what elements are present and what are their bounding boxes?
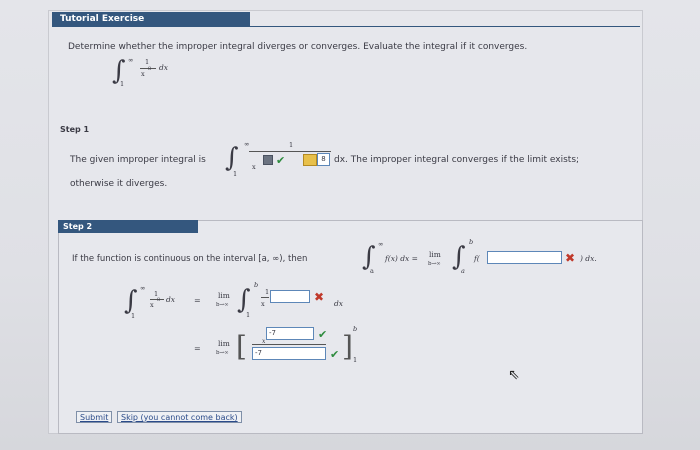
step1-label: Step 1 xyxy=(60,125,90,134)
tutorial-tab[interactable]: Tutorial Exercise xyxy=(52,12,250,27)
eq-exponent: 8 xyxy=(157,297,161,303)
step2-sentence: If the function is continuous on the int… xyxy=(72,254,308,264)
rhs-upper: b xyxy=(469,238,474,246)
check-icon: ✔ xyxy=(318,328,328,341)
problem-exponent: 8 xyxy=(148,66,152,72)
instruction-text: Determine whether the improper integral … xyxy=(68,42,528,52)
equals-sign: = xyxy=(194,344,201,353)
cursor-icon: ⇖ xyxy=(508,367,520,383)
eval-lower: 1 xyxy=(353,356,358,364)
integral-sign-icon: ∫ xyxy=(124,286,138,316)
lim2-denominator: x xyxy=(261,300,265,308)
lim-subscript: b→∞ xyxy=(216,350,229,356)
problem-dx: dx xyxy=(159,63,169,72)
eval-upper: b xyxy=(353,325,358,333)
step1-fraction-bar xyxy=(249,151,331,152)
line3-fraction-bar xyxy=(252,344,326,345)
skip-button[interactable]: Skip (you cannot come back) xyxy=(117,411,242,423)
numerator-input[interactable]: -7 xyxy=(266,327,314,340)
matrix-icon[interactable] xyxy=(263,155,273,165)
step1-lower-limit: 1 xyxy=(233,170,238,178)
lim2-numerator: 1 xyxy=(265,288,270,296)
general-lower: a xyxy=(370,267,374,275)
right-bracket: ] xyxy=(342,330,353,363)
step1-denominator: x xyxy=(252,163,256,171)
eq-lower: 1 xyxy=(131,312,136,320)
rhs-f: f( xyxy=(474,254,480,263)
step1-text-a: The given improper integral is xyxy=(70,155,206,165)
denominator-input[interactable]: -7 xyxy=(252,347,326,360)
step1-text-c: otherwise it diverges. xyxy=(70,179,168,189)
tab-underline xyxy=(250,26,640,27)
step1-upper-limit: ∞ xyxy=(244,140,250,148)
lim2-fraction-bar xyxy=(261,297,269,298)
rhs-tail: ) dx. xyxy=(580,254,597,263)
lim-word: lim xyxy=(429,250,441,259)
equals-sign: = xyxy=(194,296,201,305)
step1-answer-input[interactable]: 8 xyxy=(317,153,330,166)
problem-lower-limit: 1 xyxy=(120,80,125,88)
problem-numerator: 1 xyxy=(145,58,150,66)
eq-upper: ∞ xyxy=(140,284,146,292)
cross-icon: ✖ xyxy=(565,251,576,265)
general-upper: ∞ xyxy=(378,240,384,248)
function-input[interactable] xyxy=(487,251,562,264)
integral-sign-icon: ∫ xyxy=(237,285,251,315)
general-fx: f(x) dx = xyxy=(385,254,418,263)
lim-subscript: b→∞ xyxy=(428,261,441,267)
problem-denominator: x xyxy=(141,70,145,78)
pencil-icon[interactable] xyxy=(303,154,317,166)
eq-denominator: x xyxy=(150,301,154,309)
lim2-upper: b xyxy=(254,281,259,289)
problem-upper-limit: ∞ xyxy=(128,56,134,64)
rhs-lower: a xyxy=(461,267,465,275)
check-icon: ✔ xyxy=(330,348,340,361)
check-icon: ✔ xyxy=(276,154,286,167)
step2-label: Step 2 xyxy=(58,220,198,233)
eq-dx: dx xyxy=(166,295,176,304)
lim2-lower: 1 xyxy=(246,311,251,319)
lim-word: lim xyxy=(218,339,230,348)
lim-word: lim xyxy=(218,291,230,300)
integral-sign-icon: ∫ xyxy=(225,143,239,173)
integrand-input[interactable] xyxy=(270,290,310,303)
step1-text-b: dx. The improper integral converges if t… xyxy=(334,155,580,165)
submit-button[interactable]: Submit xyxy=(76,411,113,423)
left-bracket: [ xyxy=(236,330,247,363)
step1-numerator: 1 xyxy=(289,141,294,149)
lim-subscript: b→∞ xyxy=(216,302,229,308)
cross-icon: ✖ xyxy=(314,290,325,304)
lim2-dx: dx xyxy=(334,299,344,308)
